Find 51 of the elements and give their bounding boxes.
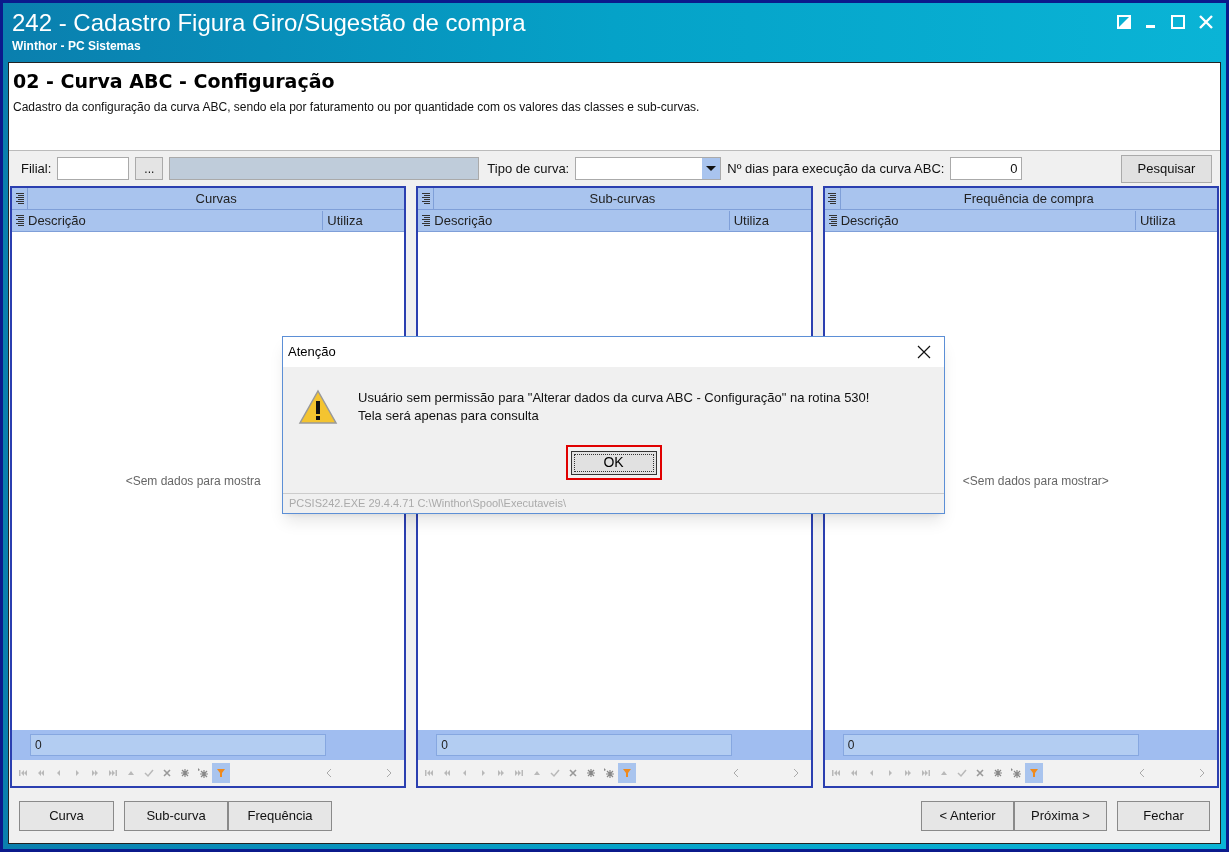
dialog-status-text: PCSIS242.EXE 29.4.4.71 C:\Winthor\Spool\Executaveis\ [289,496,566,512]
column-header[interactable]: Descrição [28,210,323,231]
step-title: 02 - Curva ABC - Configuração [13,69,336,94]
column-header[interactable]: Descrição [840,210,1135,231]
column-header[interactable]: Utiliza [1135,210,1217,231]
warning-icon [298,389,338,425]
column-chooser-icon[interactable] [422,215,431,226]
filter-icon[interactable] [212,763,230,783]
action-button[interactable]: Frequência [228,800,332,831]
window-title: 242 - Cadastro Figura Giro/Sugestão de compra [12,9,527,37]
panel-title: Frequência de compra [962,189,1095,208]
filial-label: Filial: [21,159,52,178]
column-chooser-icon[interactable] [15,193,24,204]
filter-icon[interactable] [1024,763,1043,783]
window-subtitle: Winthor - PC Sistemas [12,38,142,55]
column-chooser-icon[interactable] [828,193,837,204]
action-button[interactable]: Sub-curva [124,800,228,831]
days-field[interactable]: 0 [950,157,1023,180]
filter-icon[interactable] [618,763,637,783]
panel-title: Sub-curvas [588,189,657,208]
count-field: 0 [842,734,1139,756]
scroll-right-icon[interactable] [1197,767,1207,779]
scroll-left-icon[interactable] [1137,767,1147,779]
action-button[interactable]: Fechar [1117,800,1210,831]
column-header[interactable]: Descrição [434,210,729,231]
close-icon[interactable] [917,345,931,359]
count-field: 0 [30,734,326,756]
maximize-icon[interactable] [1171,15,1185,29]
step-description: Cadastro da configuração da curva ABC, sendo ela por faturamento ou por quantidade com os valores das classes e sub-curvas. [13,98,701,116]
empty-grid-message: <Sem dados para mostrar> [962,473,1109,490]
filial-field[interactable] [57,157,130,180]
dialog-message: Tela será apenas para consulta [358,407,540,425]
column-chooser-icon[interactable] [828,215,837,226]
lookup-button[interactable]: ... [135,157,164,180]
column-chooser-icon[interactable] [16,215,24,226]
column-header[interactable]: Utiliza [728,210,811,231]
column-header[interactable]: Utiliza [322,210,405,231]
action-button[interactable]: Próxima > [1014,800,1107,831]
theme-icon[interactable] [1117,15,1131,29]
empty-grid-message: <Sem dados para mostra [125,473,261,490]
column-chooser-icon[interactable] [421,193,430,204]
ok-button[interactable]: OK [570,450,657,475]
action-button[interactable]: Curva [19,800,114,831]
action-button[interactable]: < Anterior [921,800,1014,831]
dialog-message: Usuário sem permissão para "Alterar dados da curva ABC - Configuração" na rotina 530! [358,389,870,407]
dialog-title: Atenção [288,343,337,362]
curve-type-label: Tipo de curva: [487,159,570,178]
panel-title: Curvas [194,189,238,208]
search-button[interactable]: Pesquisar [1121,154,1212,183]
count-field: 0 [436,734,733,756]
days-label: Nº dias para execução da curva ABC: [727,159,945,178]
